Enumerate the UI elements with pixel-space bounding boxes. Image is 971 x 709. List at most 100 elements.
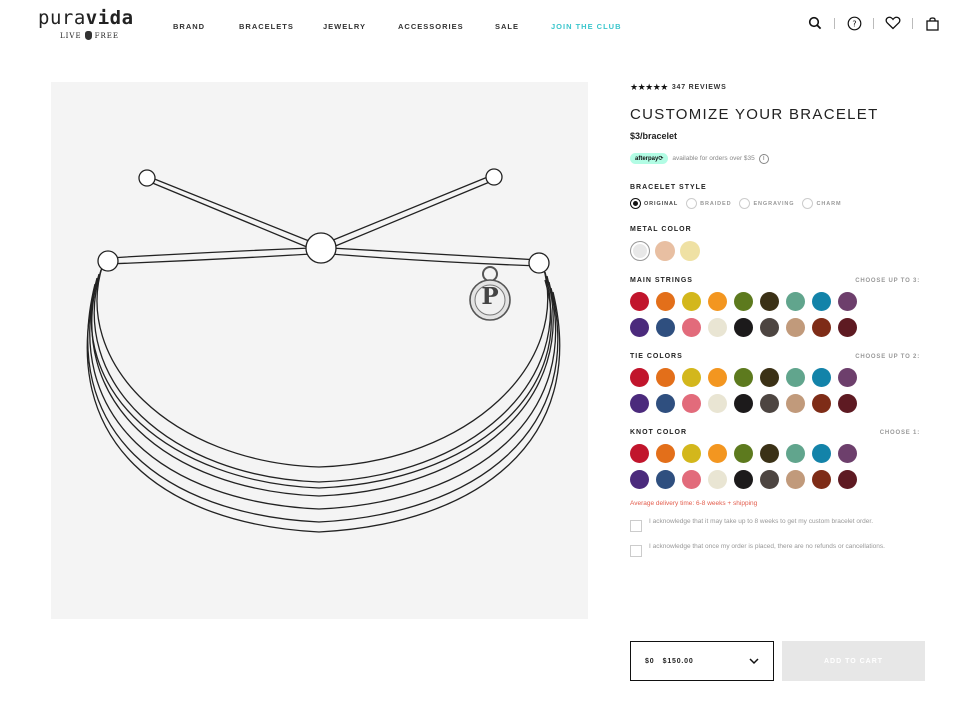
color-swatch[interactable] [656, 444, 675, 463]
color-swatch[interactable] [786, 394, 805, 413]
color-swatch[interactable] [812, 394, 831, 413]
heart-icon[interactable] [884, 14, 902, 32]
main-strings-label: MAIN STRINGS [630, 277, 693, 284]
header-icons: ? [806, 14, 941, 32]
price-dropdown-value: $0 $150.00 [645, 657, 694, 665]
add-to-cart-button[interactable]: ADD TO CART [782, 641, 925, 681]
price-dropdown[interactable]: $0 $150.00 [630, 641, 774, 681]
color-swatch[interactable] [708, 368, 727, 387]
color-swatch[interactable] [708, 292, 727, 311]
color-swatch[interactable] [682, 292, 701, 311]
knot-color-header: KNOT COLOR CHOOSE 1: [630, 429, 930, 436]
color-swatch[interactable] [838, 368, 857, 387]
color-swatch[interactable] [656, 292, 675, 311]
color-swatch[interactable] [734, 444, 753, 463]
color-swatch[interactable] [812, 368, 831, 387]
color-swatch[interactable] [786, 470, 805, 489]
color-swatch[interactable] [760, 394, 779, 413]
style-option-original[interactable]: ORIGINAL [630, 198, 678, 209]
color-swatch[interactable] [682, 318, 701, 337]
color-swatch[interactable] [760, 470, 779, 489]
color-swatch[interactable] [630, 292, 649, 311]
style-label: ENGRAVING [753, 200, 795, 207]
color-swatch[interactable] [708, 318, 727, 337]
color-swatch[interactable] [682, 368, 701, 387]
color-swatch[interactable] [760, 292, 779, 311]
color-swatch[interactable] [838, 394, 857, 413]
search-icon[interactable] [806, 14, 824, 32]
color-swatch[interactable] [786, 368, 805, 387]
logo-tagline: LIVE FREE [60, 31, 119, 40]
color-swatch[interactable] [838, 292, 857, 311]
color-swatch[interactable] [786, 444, 805, 463]
style-label: CHARM [816, 200, 842, 207]
color-swatch[interactable] [630, 394, 649, 413]
color-swatch[interactable] [630, 470, 649, 489]
color-swatch[interactable] [838, 470, 857, 489]
color-swatch[interactable] [682, 444, 701, 463]
radio-icon[interactable] [686, 198, 698, 209]
color-swatch[interactable] [812, 470, 831, 489]
color-swatch[interactable] [630, 318, 649, 337]
radio-icon[interactable] [739, 198, 751, 209]
color-swatch[interactable] [656, 394, 675, 413]
color-swatch[interactable] [786, 292, 805, 311]
color-swatch[interactable] [734, 470, 753, 489]
nav-accessories[interactable]: ACCESSORIES [398, 22, 464, 31]
bag-icon[interactable] [923, 14, 941, 32]
afterpay-text: available for orders over $35 [672, 155, 755, 162]
radio-checked-icon[interactable] [630, 198, 641, 209]
color-swatch[interactable] [760, 444, 779, 463]
color-swatch[interactable] [734, 394, 753, 413]
acknowledge-refunds-checkbox[interactable] [630, 545, 642, 557]
review-count: 347 REVIEWS [671, 83, 727, 91]
acknowledge-shipping-checkbox[interactable] [630, 520, 642, 532]
divider [873, 17, 874, 29]
metal-swatch-rose-gold[interactable] [655, 241, 675, 261]
rating[interactable]: ★★★★★ 347 REVIEWS [630, 80, 930, 94]
help-icon[interactable]: ? [845, 14, 863, 32]
acknowledge-refunds-text: I acknowledge that once my order is plac… [649, 543, 885, 550]
color-swatch[interactable] [656, 368, 675, 387]
color-swatch[interactable] [708, 470, 727, 489]
color-swatch[interactable] [812, 292, 831, 311]
color-swatch[interactable] [682, 470, 701, 489]
color-swatch[interactable] [734, 318, 753, 337]
color-swatch[interactable] [630, 444, 649, 463]
color-swatch[interactable] [734, 292, 753, 311]
radio-icon[interactable] [802, 198, 814, 209]
nav-sale[interactable]: SALE [495, 22, 519, 31]
color-swatch[interactable] [838, 444, 857, 463]
color-swatch[interactable] [734, 368, 753, 387]
color-swatch[interactable] [812, 318, 831, 337]
delivery-time-notice: Average delivery time: 6-8 weeks + shipp… [630, 500, 758, 507]
nav-brand[interactable]: BRAND [173, 22, 205, 31]
metal-swatch-silver[interactable] [630, 241, 650, 261]
color-swatch[interactable] [656, 318, 675, 337]
nav-bracelets[interactable]: BRACELETS [239, 22, 294, 31]
info-icon[interactable]: i [758, 153, 769, 164]
acknowledge-shipping-text: I acknowledge that it may take up to 8 w… [649, 518, 874, 525]
style-option-engraving[interactable]: ENGRAVING [739, 198, 794, 209]
page-title: CUSTOMIZE YOUR BRACELET [630, 106, 879, 123]
nav-jewelry[interactable]: JEWELRY [323, 22, 366, 31]
style-option-charm[interactable]: CHARM [802, 198, 841, 209]
color-swatch[interactable] [838, 318, 857, 337]
color-swatch[interactable] [812, 444, 831, 463]
color-swatch[interactable] [760, 368, 779, 387]
color-swatch[interactable] [708, 394, 727, 413]
color-swatch[interactable] [682, 394, 701, 413]
color-swatch[interactable] [708, 444, 727, 463]
color-swatch[interactable] [656, 470, 675, 489]
bracelet-illustration [86, 168, 561, 533]
style-option-braided[interactable]: BRAIDED [686, 198, 731, 209]
puravida-logo[interactable]: puravida LIVE FREE [38, 8, 143, 44]
style-label: ORIGINAL [644, 200, 679, 207]
color-swatch[interactable] [760, 318, 779, 337]
metal-swatch-gold[interactable] [680, 241, 700, 261]
svg-text:?: ? [852, 19, 856, 28]
color-swatch[interactable] [630, 368, 649, 387]
nav-join-the-club[interactable]: JOIN THE CLUB [551, 22, 622, 31]
chevron-down-icon [749, 657, 759, 664]
color-swatch[interactable] [786, 318, 805, 337]
